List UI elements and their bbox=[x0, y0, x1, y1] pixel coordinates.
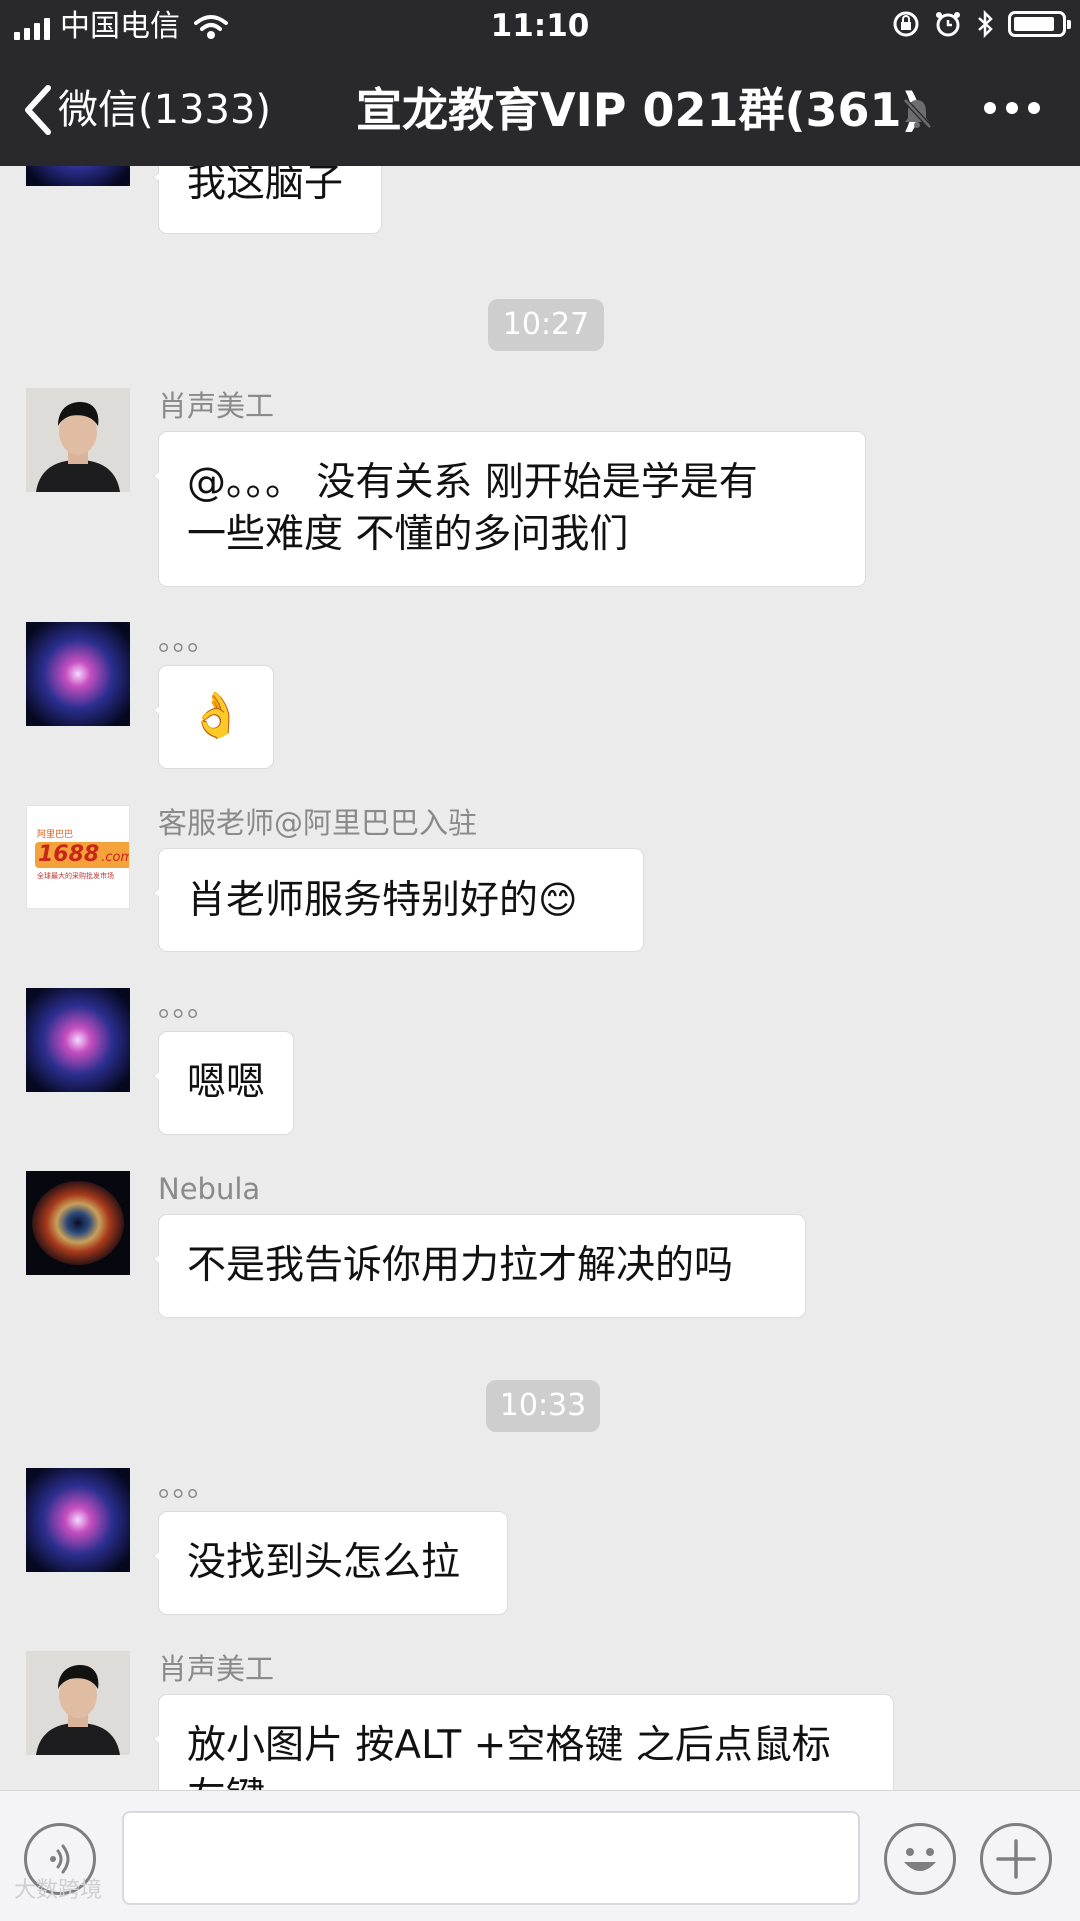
sender-name: 。。。 bbox=[158, 989, 217, 1023]
smiley-icon bbox=[904, 1848, 936, 1871]
battery-icon bbox=[1008, 11, 1071, 37]
message-text: 不是我告诉你用力拉才解决的吗 bbox=[187, 1243, 734, 1288]
message-text-line: @。。。 没有关系 刚开始是学是有 bbox=[187, 460, 758, 505]
logo-tagline: 全球最大的采购批发市场 bbox=[37, 872, 114, 880]
message-input[interactable] bbox=[122, 1811, 860, 1905]
ok-hand-emoji: 👌 bbox=[188, 690, 244, 741]
galaxy-avatar[interactable] bbox=[26, 1468, 130, 1572]
back-label: 微信(1333) bbox=[58, 87, 272, 133]
message-text: 我这脑子 bbox=[187, 166, 344, 206]
emoji-button[interactable] bbox=[884, 1823, 956, 1895]
galaxy-avatar[interactable] bbox=[26, 622, 130, 726]
message-bubble[interactable]: @。。。 没有关系 刚开始是学是有 一些难度 不懂的多问我们 bbox=[153, 431, 866, 587]
sender-name: 客服老师@阿里巴巴入驻 bbox=[158, 806, 478, 840]
message-bubble[interactable]: 放小图片 按ALT +空格键 之后点鼠标 左键 bbox=[153, 1694, 894, 1790]
alarm-icon bbox=[936, 12, 960, 37]
logo-suffix-text: .com bbox=[101, 850, 130, 865]
sender-name: Nebula bbox=[158, 1172, 261, 1206]
sender-name: 。。。 bbox=[158, 623, 217, 657]
chat-title: 宣龙教育VIP 021群(361) bbox=[356, 83, 923, 137]
message-bubble[interactable]: 没找到头怎么拉 bbox=[153, 1511, 508, 1615]
smiling-face-emoji: 😊 bbox=[538, 878, 578, 922]
status-right bbox=[892, 10, 1071, 38]
message-text: 肖老师服务特别好的 bbox=[187, 878, 539, 923]
message-text: 没找到头怎么拉 bbox=[187, 1540, 461, 1585]
galaxy-avatar[interactable] bbox=[26, 166, 130, 186]
logo-main-text: 1688 bbox=[38, 842, 100, 867]
man-portrait-avatar[interactable] bbox=[26, 388, 130, 492]
more-functions-button[interactable] bbox=[980, 1823, 1052, 1895]
timestamp: 10:33 bbox=[486, 1380, 600, 1432]
sender-name: 肖声美工 bbox=[158, 389, 275, 423]
nav-bar: 微信(1333) 宣龙教育VIP 021群(361) bbox=[0, 54, 1080, 166]
message-bubble[interactable]: 我这脑子 bbox=[153, 166, 382, 234]
logo-top-text: 阿里巴巴 bbox=[37, 830, 74, 840]
nebula-avatar[interactable] bbox=[26, 1171, 130, 1275]
sender-name: 。。。 bbox=[158, 1469, 217, 1503]
mute-bell-icon bbox=[903, 98, 932, 129]
status-bar: 中国电信 11:10 bbox=[0, 0, 1080, 54]
message-text-line: 左键 bbox=[187, 1772, 865, 1790]
message-text: 嗯嗯 bbox=[187, 1060, 266, 1105]
rotation-lock-icon bbox=[893, 11, 919, 37]
timestamp: 10:27 bbox=[488, 299, 604, 351]
more-options-button[interactable] bbox=[984, 102, 1040, 114]
message-bubble[interactable]: 肖老师服务特别好的😊 bbox=[153, 848, 644, 952]
sender-name: 肖声美工 bbox=[158, 1652, 275, 1686]
chat-area[interactable]: 我这脑子 10:27 肖声美工 @。。。 没有关系 刚开始是学是有 一些难度 不… bbox=[0, 166, 1080, 1790]
1688-logo-avatar[interactable]: 阿里巴巴 1688 .com 全球最大的采购批发市场 bbox=[26, 805, 130, 909]
galaxy-avatar[interactable] bbox=[26, 988, 130, 1092]
man-portrait-avatar[interactable] bbox=[26, 1651, 130, 1755]
message-bubble[interactable]: 嗯嗯 bbox=[153, 1031, 294, 1135]
watermark: 大数跨境 bbox=[14, 1878, 103, 1903]
message-text-line: 放小图片 按ALT +空格键 之后点鼠标 bbox=[187, 1723, 831, 1768]
back-button[interactable]: 微信(1333) bbox=[22, 82, 271, 138]
message-bubble[interactable]: 不是我告诉你用力拉才解决的吗 bbox=[153, 1214, 806, 1318]
bluetooth-icon bbox=[978, 10, 993, 38]
input-bar bbox=[0, 1790, 1080, 1921]
plus-icon bbox=[996, 1839, 1036, 1879]
chevron-left-icon bbox=[25, 85, 51, 135]
logo-mark: 1688 .com bbox=[35, 842, 130, 868]
message-bubble[interactable]: 👌 bbox=[153, 665, 274, 769]
message-text-line: 一些难度 不懂的多问我们 bbox=[187, 512, 629, 557]
